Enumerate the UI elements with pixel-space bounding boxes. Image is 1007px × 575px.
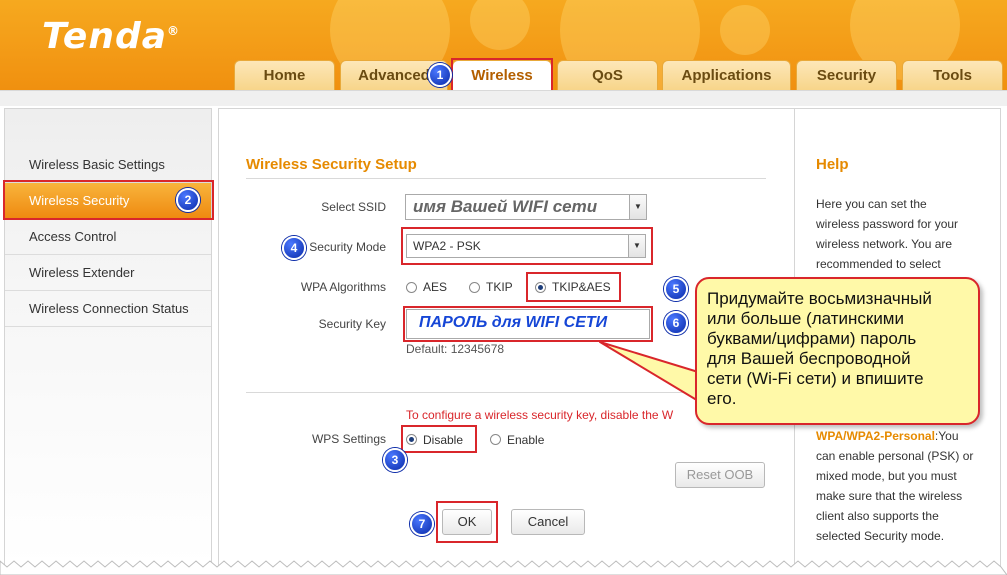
instruction-callout: Придумайте восьмизначный или больше (лат… (695, 277, 980, 425)
torn-edge (0, 560, 1007, 575)
callout-seam (697, 372, 707, 404)
